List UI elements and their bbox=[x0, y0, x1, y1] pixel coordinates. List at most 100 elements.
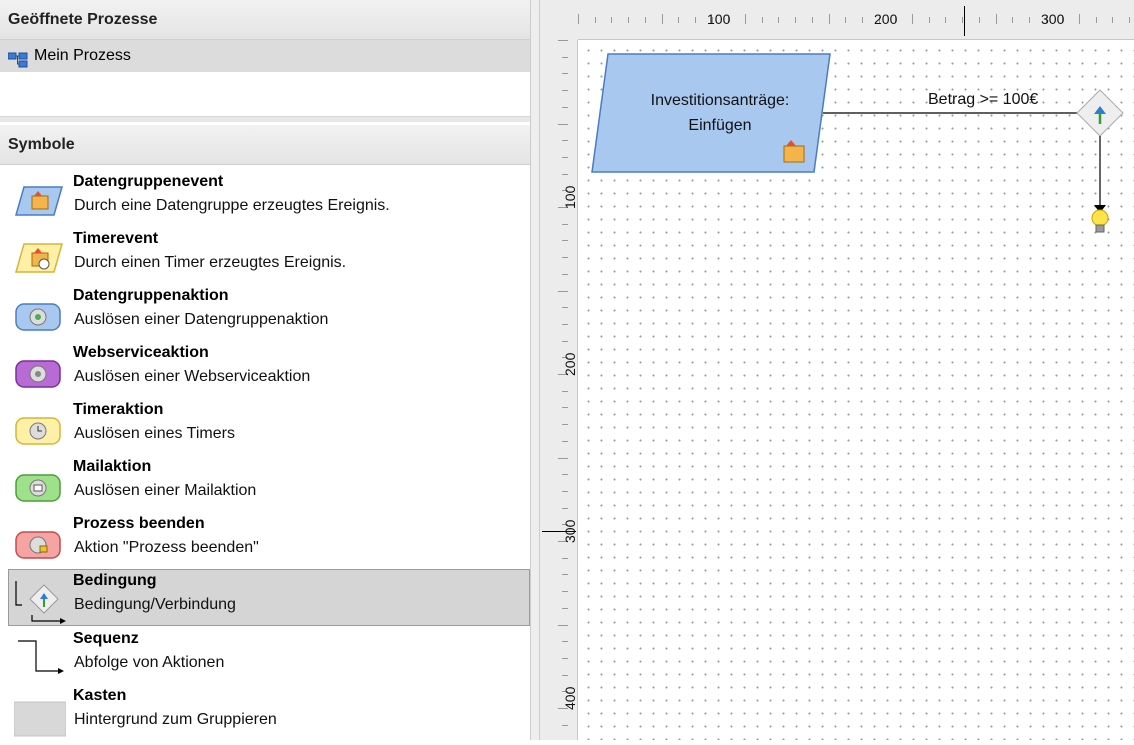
symbol-item-webservice-action[interactable]: Webserviceaktion Auslösen einer Webservi… bbox=[0, 341, 530, 397]
symbols-header: Symbole bbox=[0, 125, 530, 165]
ruler-tick bbox=[644, 17, 646, 23]
ruler-tick bbox=[578, 14, 579, 24]
ruler-tick bbox=[562, 490, 568, 492]
event-node-label-line1: Investitionsanträge: bbox=[650, 92, 790, 109]
box-icon bbox=[13, 694, 67, 737]
symbol-title: Kasten bbox=[73, 687, 127, 704]
ruler-tick bbox=[1079, 14, 1080, 24]
mail-action-icon bbox=[14, 465, 64, 505]
ruler-tick bbox=[562, 307, 568, 309]
ruler-tick bbox=[778, 17, 780, 23]
timer-event-icon bbox=[14, 237, 64, 277]
ruler-position-marker bbox=[542, 531, 576, 532]
ruler-tick bbox=[1028, 17, 1030, 23]
ruler-tick bbox=[562, 257, 568, 259]
ruler-tick bbox=[562, 140, 568, 142]
process-canvas[interactable] bbox=[578, 40, 1134, 740]
opened-processes-header: Geöffnete Prozesse bbox=[0, 0, 530, 40]
ruler-tick bbox=[562, 273, 568, 275]
ruler-tick bbox=[811, 17, 813, 23]
ruler-tick bbox=[562, 90, 568, 92]
ruler-tick bbox=[562, 591, 568, 593]
symbol-title: Datengruppenevent bbox=[73, 173, 224, 190]
ruler-tick bbox=[628, 17, 630, 23]
symbol-title: Webserviceaktion bbox=[73, 344, 209, 361]
ruler-tick bbox=[562, 474, 568, 476]
ruler-tick bbox=[562, 223, 568, 225]
ruler-tick bbox=[594, 17, 596, 23]
symbol-description: Auslösen einer Mailaktion bbox=[74, 482, 257, 499]
ruler-tick bbox=[1095, 17, 1097, 23]
ruler-position-marker bbox=[964, 6, 965, 36]
panel-divider[interactable] bbox=[0, 116, 530, 122]
event-node-label[interactable]: Investitionsanträge: Einfügen bbox=[600, 88, 840, 138]
ruler-corner bbox=[540, 0, 578, 40]
symbol-item-datagroup-event[interactable]: Datengruppenevent Durch eine Datengruppe… bbox=[0, 170, 530, 226]
ruler-tick bbox=[1129, 17, 1131, 23]
symbol-description: Durch einen Timer erzeugtes Ereignis. bbox=[74, 254, 347, 271]
ruler-tick bbox=[562, 507, 568, 509]
panel-splitter[interactable] bbox=[530, 0, 540, 740]
timer-action-icon bbox=[14, 408, 64, 448]
symbol-title: Mailaktion bbox=[73, 458, 152, 475]
ruler-tick bbox=[945, 17, 947, 23]
ruler-tick bbox=[978, 17, 980, 23]
ruler-tick bbox=[562, 173, 568, 175]
symbol-item-datagroup-action[interactable]: Datengruppenaktion Auslösen einer Dateng… bbox=[0, 284, 530, 340]
ruler-tick bbox=[562, 73, 568, 75]
process-tree-icon bbox=[7, 48, 28, 80]
ruler-tick bbox=[562, 156, 568, 158]
left-panel: Geöffnete Prozesse Mein Prozess Symbole … bbox=[0, 0, 530, 740]
sequence-icon bbox=[14, 637, 64, 677]
symbol-item-condition[interactable]: Bedingung Bedingung/Verbindung bbox=[8, 569, 530, 626]
symbol-description: Auslösen einer Datengruppenaktion bbox=[74, 311, 329, 328]
ruler-tick bbox=[562, 574, 568, 576]
symbol-description: Abfolge von Aktionen bbox=[74, 654, 225, 671]
symbol-item-sequence[interactable]: Sequenz Abfolge von Aktionen bbox=[0, 627, 530, 683]
ruler-tick bbox=[845, 17, 847, 23]
ruler-tick bbox=[558, 457, 568, 459]
process-item-label: Mein Prozess bbox=[34, 47, 131, 64]
datagroup-action-icon bbox=[14, 294, 64, 334]
symbol-item-end-process[interactable]: Prozess beenden Aktion "Prozess beenden" bbox=[0, 512, 530, 568]
ruler-tick bbox=[761, 17, 763, 23]
symbol-title: Prozess beenden bbox=[73, 515, 205, 532]
symbol-item-mail-action[interactable]: Mailaktion Auslösen einer Mailaktion bbox=[0, 455, 530, 511]
symbol-title: Bedingung bbox=[73, 572, 157, 589]
symbol-title: Datengruppenaktion bbox=[73, 287, 229, 304]
ruler-tick bbox=[562, 340, 568, 342]
ruler-tick bbox=[562, 240, 568, 242]
ruler-tick bbox=[558, 624, 568, 626]
symbol-description: Bedingung/Verbindung bbox=[74, 596, 236, 613]
ruler-tick bbox=[562, 106, 568, 108]
ruler-label: 200 bbox=[562, 352, 578, 376]
ruler-tick bbox=[745, 14, 746, 24]
ruler-tick bbox=[558, 123, 568, 125]
symbol-item-timer-event[interactable]: Timerevent Durch einen Timer erzeugtes E… bbox=[0, 227, 530, 283]
ruler-tick bbox=[562, 323, 568, 325]
ruler-tick bbox=[995, 14, 997, 24]
symbol-description: Aktion "Prozess beenden" bbox=[74, 539, 259, 556]
symbol-item-box[interactable]: Kasten Hintergrund zum Gruppieren bbox=[0, 684, 530, 740]
ruler-tick bbox=[562, 607, 568, 609]
symbol-description: Hintergrund zum Gruppieren bbox=[74, 711, 277, 728]
symbol-title: Timeraktion bbox=[73, 401, 164, 418]
ruler-tick bbox=[562, 390, 568, 392]
symbol-description: Auslösen einer Webserviceaktion bbox=[74, 368, 311, 385]
ruler-tick bbox=[562, 657, 568, 659]
ruler-tick bbox=[661, 14, 663, 24]
symbol-title: Timerevent bbox=[73, 230, 159, 247]
condition-node[interactable] bbox=[1076, 89, 1124, 137]
lightbulb-icon[interactable] bbox=[1091, 209, 1109, 233]
ruler-tick bbox=[558, 40, 568, 41]
ruler-label: 400 bbox=[562, 686, 578, 710]
ruler-tick bbox=[694, 17, 696, 23]
ruler-tick bbox=[562, 407, 568, 409]
symbol-title: Sequenz bbox=[73, 630, 139, 647]
symbol-item-timer-action[interactable]: Timeraktion Auslösen eines Timers bbox=[0, 398, 530, 454]
ruler-horizontal: 100 200 300 bbox=[540, 0, 1134, 40]
process-item-mein-prozess[interactable]: Mein Prozess bbox=[0, 40, 530, 72]
ruler-tick bbox=[795, 17, 797, 23]
condition-label[interactable]: Betrag >= 100€ bbox=[928, 91, 1038, 109]
ruler-tick bbox=[562, 641, 568, 643]
